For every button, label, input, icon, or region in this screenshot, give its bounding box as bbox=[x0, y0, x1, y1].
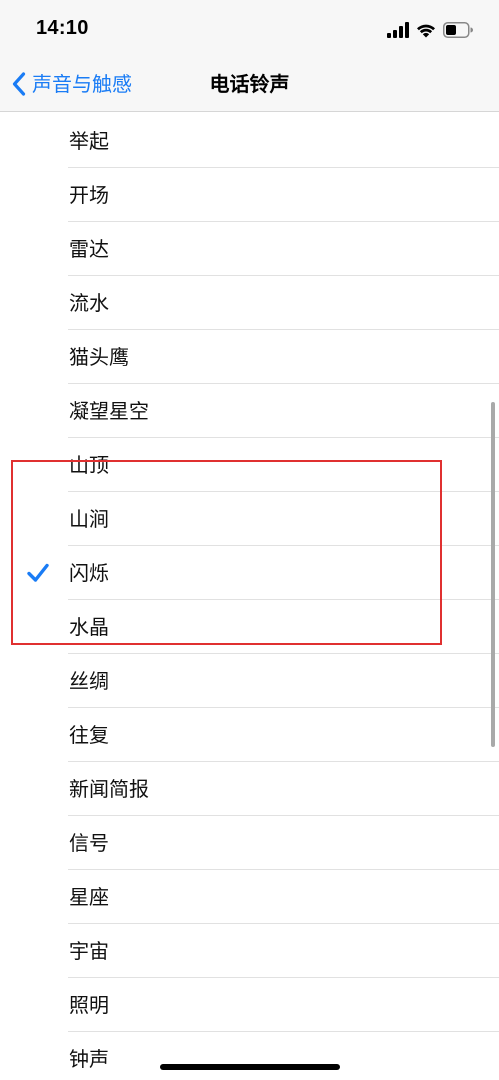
scrollbar[interactable] bbox=[491, 402, 495, 747]
ringtone-label: 山顶 bbox=[69, 453, 109, 477]
ringtone-label: 往复 bbox=[69, 723, 109, 747]
ringtone-row[interactable]: 钟声 bbox=[0, 1032, 499, 1080]
ringtone-row[interactable]: 凝望星空 bbox=[0, 384, 499, 438]
ringtone-label: 举起 bbox=[69, 129, 109, 153]
back-button-label: 声音与触感 bbox=[32, 72, 132, 96]
ringtone-label: 照明 bbox=[69, 993, 109, 1017]
battery-icon bbox=[443, 22, 473, 38]
checkmark-icon bbox=[26, 562, 50, 584]
ringtone-row[interactable]: 山涧 bbox=[0, 492, 499, 546]
cellular-signal-icon bbox=[387, 22, 409, 38]
wifi-icon bbox=[416, 22, 436, 38]
status-time: 14:10 bbox=[36, 17, 89, 39]
ringtone-row[interactable]: 雷达 bbox=[0, 222, 499, 276]
ringtone-list: 举起开场雷达流水猫头鹰凝望星空山顶山涧闪烁水晶丝绸往复新闻简报信号星座宇宙照明钟… bbox=[0, 114, 499, 1080]
ringtone-label: 信号 bbox=[69, 831, 109, 855]
status-bar: 14:10 bbox=[0, 0, 499, 58]
ringtone-row[interactable]: 星座 bbox=[0, 870, 499, 924]
ringtone-label: 新闻简报 bbox=[69, 777, 149, 801]
ringtone-label: 闪烁 bbox=[69, 561, 109, 585]
ringtone-row[interactable]: 新闻简报 bbox=[0, 762, 499, 816]
ringtone-label: 钟声 bbox=[69, 1047, 109, 1071]
home-indicator[interactable] bbox=[160, 1064, 340, 1070]
ringtone-row[interactable]: 猫头鹰 bbox=[0, 330, 499, 384]
status-icons bbox=[387, 20, 473, 40]
back-button[interactable]: 声音与触感 bbox=[12, 68, 132, 100]
ringtone-row[interactable]: 举起 bbox=[0, 114, 499, 168]
ringtone-row[interactable]: 山顶 bbox=[0, 438, 499, 492]
ringtone-label: 宇宙 bbox=[69, 939, 109, 963]
ringtone-label: 星座 bbox=[69, 885, 109, 909]
ringtone-row[interactable]: 丝绸 bbox=[0, 654, 499, 708]
ringtone-row[interactable]: 水晶 bbox=[0, 600, 499, 654]
ringtone-row[interactable]: 开场 bbox=[0, 168, 499, 222]
ringtone-row[interactable]: 闪烁 bbox=[0, 546, 499, 600]
ringtone-label: 水晶 bbox=[69, 615, 109, 639]
ringtone-row[interactable]: 宇宙 bbox=[0, 924, 499, 978]
navigation-bar: 声音与触感 电话铃声 bbox=[0, 58, 499, 112]
ringtone-row[interactable]: 照明 bbox=[0, 978, 499, 1032]
chevron-left-icon bbox=[12, 72, 32, 96]
ringtone-row[interactable]: 流水 bbox=[0, 276, 499, 330]
ringtone-label: 丝绸 bbox=[69, 669, 109, 693]
ringtone-row[interactable]: 往复 bbox=[0, 708, 499, 762]
ringtone-label: 流水 bbox=[69, 291, 109, 315]
ringtone-label: 山涧 bbox=[69, 507, 109, 531]
ringtone-label: 开场 bbox=[69, 183, 109, 207]
ringtone-row[interactable]: 信号 bbox=[0, 816, 499, 870]
ringtone-label: 雷达 bbox=[69, 237, 109, 261]
ringtone-label: 凝望星空 bbox=[69, 399, 149, 423]
ringtone-label: 猫头鹰 bbox=[69, 345, 129, 369]
phone-screen: 14:10 声音与触感 电话铃声 举起 开场 雷达 流水 猫头鹰 凝望星空 山顶… bbox=[0, 0, 499, 1080]
